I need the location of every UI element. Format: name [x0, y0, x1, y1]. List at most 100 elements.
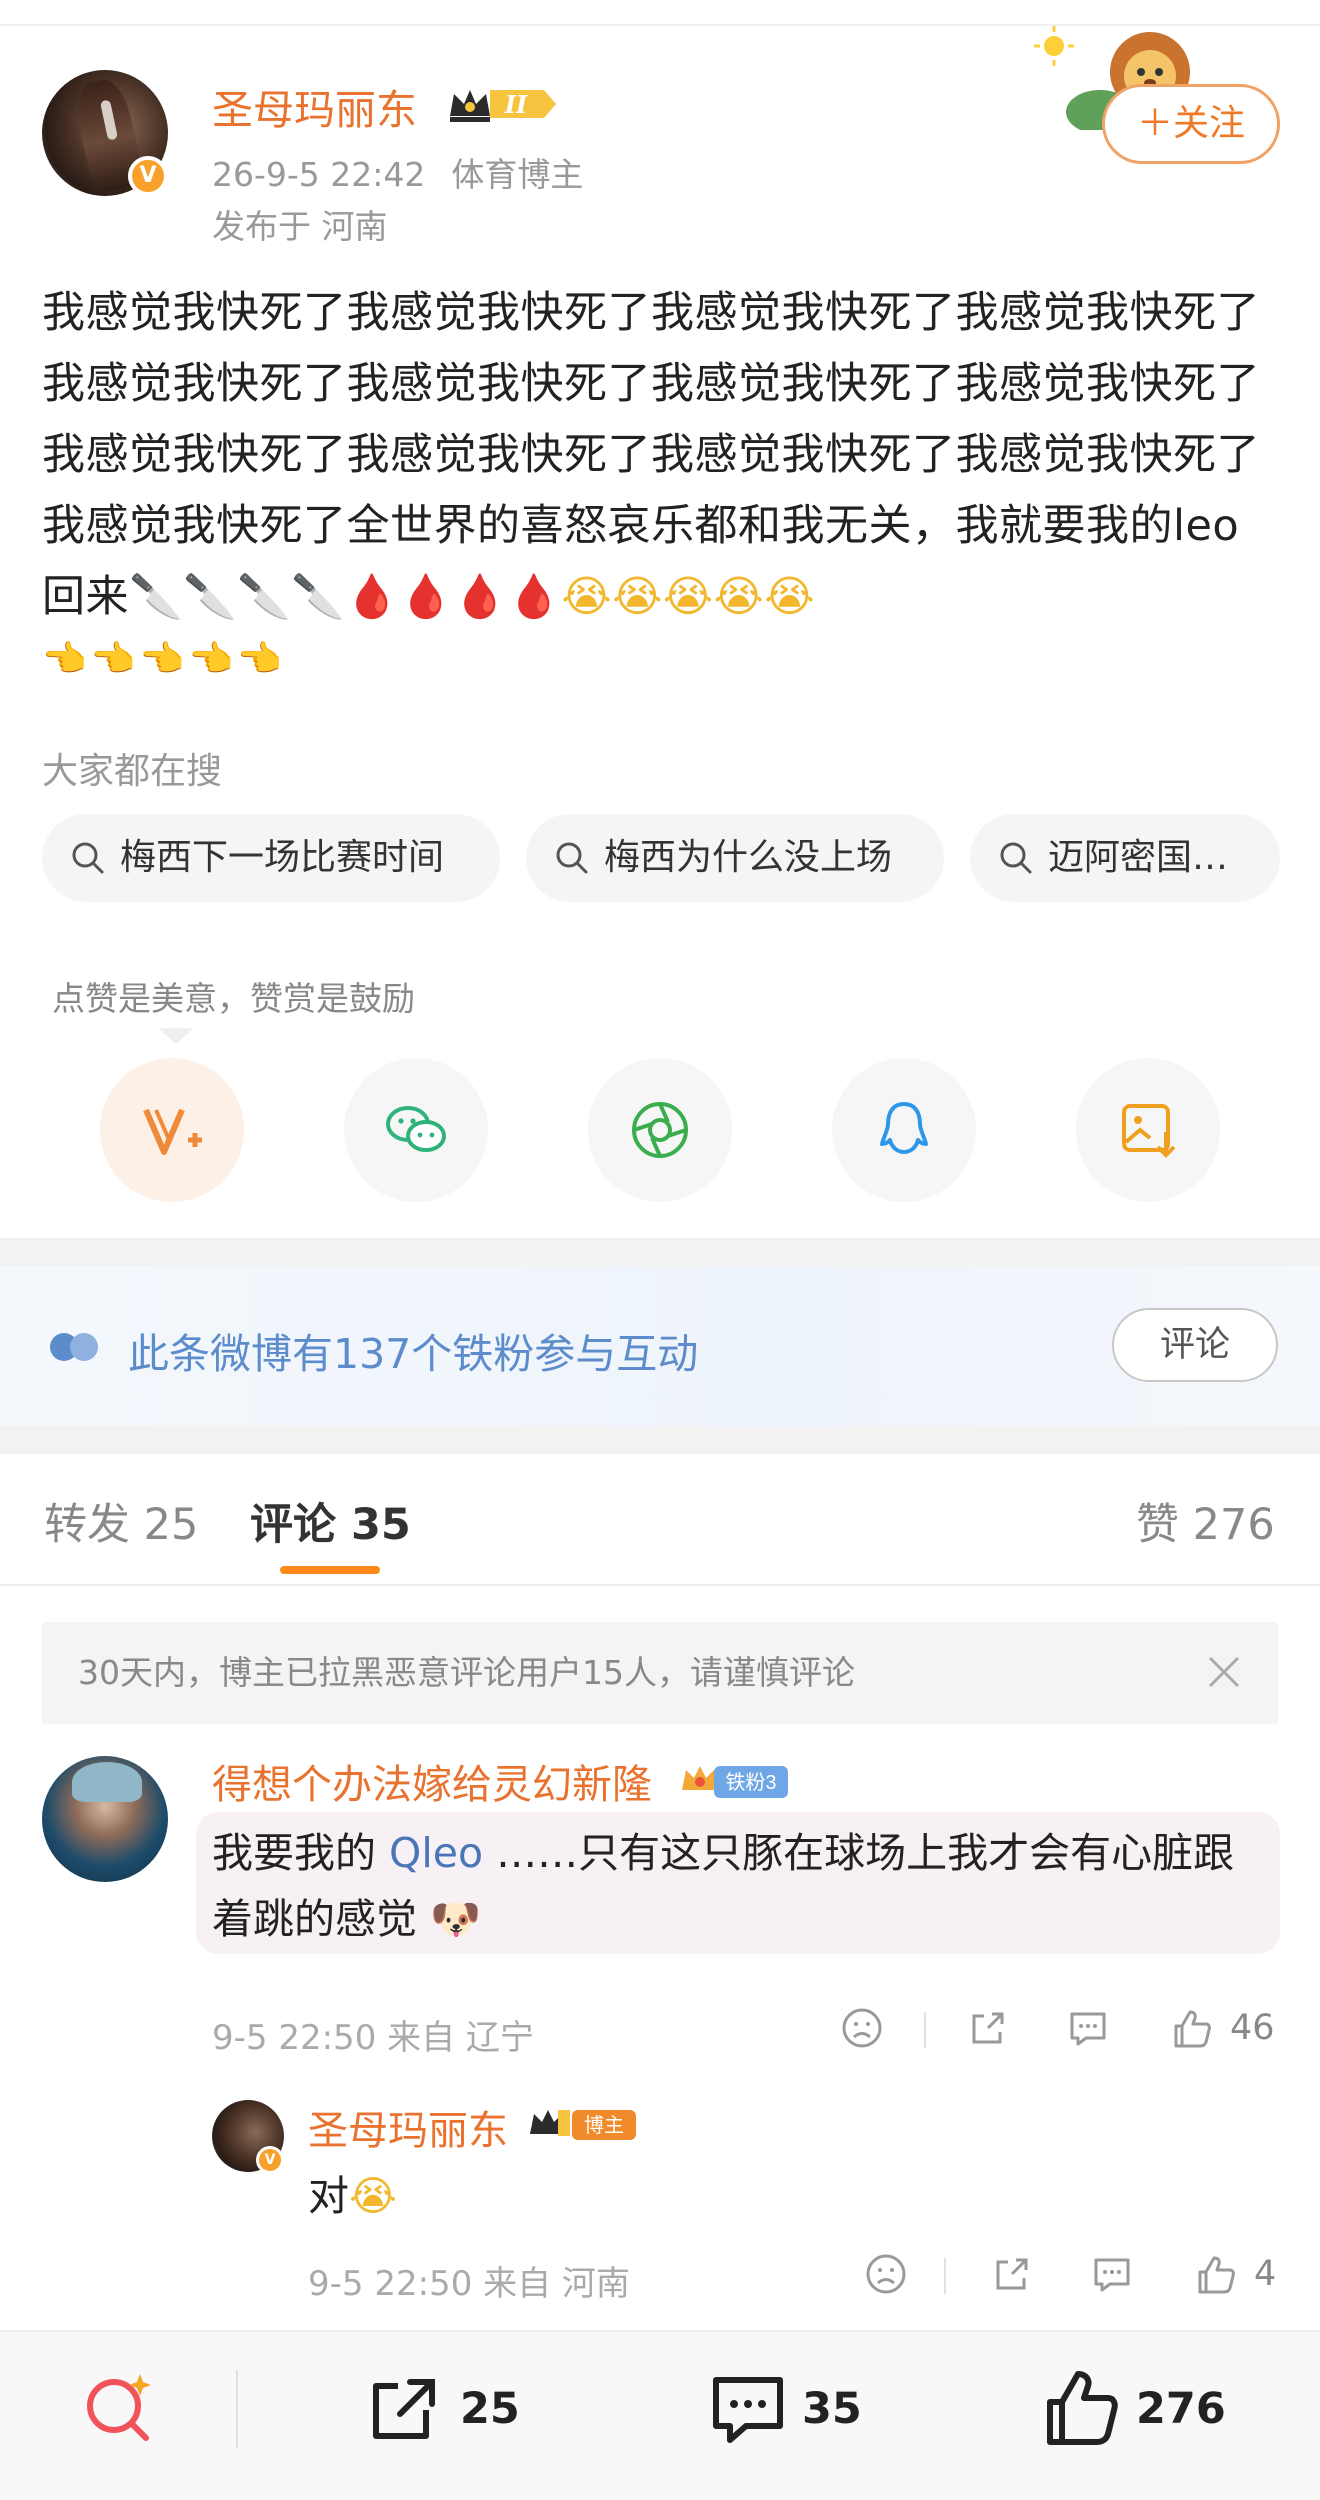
search-chip-label: 梅西下一场比赛时间: [120, 837, 445, 878]
reward-button[interactable]: [100, 1058, 244, 1202]
svg-text:铁粉3: 铁粉3: [725, 1771, 776, 1794]
post-text: 我感觉我快死了我感觉我快死了我感觉我快死了我感觉我快死了我感觉我快死了我感觉我快…: [42, 278, 1282, 633]
share-moments-button[interactable]: [588, 1058, 732, 1202]
crying-emoji-icon: 😭: [764, 572, 816, 622]
tab-repost[interactable]: 转发 25: [44, 1490, 198, 1552]
active-tab-indicator: [280, 1566, 380, 1574]
search-link[interactable]: Qleo: [389, 1829, 483, 1877]
pointing-hands-row: 👈👈👈👈👈: [42, 628, 286, 688]
tab-like[interactable]: 赞 276: [1136, 1490, 1275, 1552]
comment-reply-button[interactable]: [1066, 2006, 1110, 2056]
dislike-button[interactable]: [840, 2006, 884, 2056]
search-icon: [72, 842, 104, 874]
search-icon: [1000, 842, 1032, 874]
tab-repost-count: 25: [143, 1500, 199, 1550]
blood-drop-emoji-icon: 🩸: [507, 572, 562, 622]
frown-icon: [842, 2008, 882, 2048]
follow-button[interactable]: ＋关注: [1102, 84, 1280, 164]
section-separator: [0, 1426, 1320, 1454]
tab-repost-label: 转发: [44, 1500, 130, 1550]
search-section-title: 大家都在搜: [42, 751, 223, 792]
blood-drop-emoji-icon: 🩸: [345, 572, 400, 622]
crying-emoji-icon: 😭: [349, 2172, 397, 2220]
reply-like-button[interactable]: 4: [1194, 2252, 1276, 2302]
knife-emoji-icon: 🔪: [237, 572, 292, 622]
search-chip-label: 梅西为什么没上场: [604, 837, 893, 878]
pointing-hand-emoji-icon: 👈: [237, 639, 287, 680]
action-separator: [944, 2258, 946, 2294]
thumbs-up-icon: [1174, 2010, 1211, 2048]
comment-text: 我要我的 Qleo ……只有这只豚在球场上我才会有心脏跟着跳的感觉 🐶: [212, 1820, 1272, 1952]
share-wechat-button[interactable]: [344, 1058, 488, 1202]
iron-fans-text: 此条微博有137个铁粉参与互动: [128, 1330, 699, 1378]
search-link-label: leo: [421, 1829, 484, 1877]
tab-like-count: 276: [1192, 1500, 1275, 1550]
search-chip-1[interactable]: 梅西下一场比赛时间: [42, 814, 500, 902]
reward-v-icon: [143, 1108, 202, 1155]
fan-level-badge: 铁粉3: [682, 1766, 788, 1798]
svg-text:博主: 博主: [584, 2114, 624, 2137]
knife-emoji-icon: 🔪: [129, 572, 184, 622]
thumbs-up-icon: [1047, 2371, 1118, 2445]
blogger-badge: 博主: [530, 2110, 636, 2140]
comment-like-button[interactable]: 46: [1170, 2006, 1275, 2056]
bottom-repost-count: 25: [460, 2384, 520, 2434]
reply-text-body: 对: [308, 2172, 349, 2220]
close-icon[interactable]: [1204, 1652, 1244, 1692]
comment-like-count: 46: [1230, 2008, 1275, 2048]
reply-dislike-button[interactable]: [864, 2252, 908, 2302]
crown-level-badge-icon: II: [450, 90, 556, 122]
reply-like-count: 4: [1254, 2254, 1277, 2294]
section-separator: [0, 1238, 1320, 1266]
repost-icon: [373, 2379, 435, 2439]
share-qq-button[interactable]: [832, 1058, 976, 1202]
comment-text-before: 我要我的: [212, 1829, 376, 1877]
reply-author-name[interactable]: 圣母玛丽东: [308, 2098, 508, 2156]
iron-fans-icon: [50, 1333, 98, 1361]
share-icon: [972, 2012, 1004, 2044]
save-image-icon: [1122, 1104, 1176, 1158]
action-separator: [924, 2012, 926, 2048]
wechat-icon: [386, 1106, 446, 1152]
reply-meta: 9-5 22:50 来自 河南: [308, 2264, 630, 2304]
tab-like-label: 赞: [1136, 1500, 1179, 1550]
search-chip-2[interactable]: 梅西为什么没上场: [526, 814, 944, 902]
svg-text:II: II: [504, 90, 528, 119]
reward-tip: 点赞是美意，赞赏是鼓励: [52, 979, 415, 1018]
pointing-hand-emoji-icon: 👈: [42, 639, 91, 680]
tabs-divider: [0, 1584, 1320, 1586]
search-chip-label: 迈阿密国…: [1048, 837, 1229, 878]
search-icon: [556, 842, 588, 874]
commenter-avatar[interactable]: [42, 1756, 168, 1882]
reply-text: 对😭: [308, 2162, 397, 2222]
search-chip-3[interactable]: 迈阿密国…: [970, 814, 1280, 902]
knife-emoji-icon: 🔪: [291, 572, 346, 622]
pointing-hand-emoji-icon: 👈: [90, 639, 140, 680]
commenter-name[interactable]: 得想个办法嫁给灵幻新隆: [212, 1752, 652, 1810]
pointing-hand-emoji-icon: 👈: [188, 639, 238, 680]
shiba-emoji-icon: 🐶: [430, 1895, 482, 1943]
post-meta: 26-9-5 22:42 体育博主: [212, 148, 609, 196]
comment-notice: 30天内，博主已拉黑恶意评论用户15人，请谨慎评论: [42, 1622, 1278, 1724]
reply-share-button[interactable]: [990, 2252, 1034, 2302]
fans-comment-button[interactable]: 评论: [1112, 1308, 1278, 1382]
post-location: 发布于 河南: [212, 207, 388, 246]
blood-drop-emoji-icon: 🩸: [453, 572, 508, 622]
crying-emoji-icon: 😭: [561, 572, 613, 622]
save-image-button[interactable]: [1076, 1058, 1220, 1202]
comment-icon: [1094, 2258, 1130, 2292]
bottom-like-count: 276: [1136, 2384, 1226, 2434]
tip-arrow: [158, 1028, 194, 1044]
crying-emoji-icon: 😭: [612, 572, 663, 622]
pointing-hand-emoji-icon: 👈: [139, 639, 189, 680]
author-name[interactable]: 圣母玛丽东: [212, 76, 417, 136]
tab-comment[interactable]: 评论 35: [250, 1490, 411, 1552]
author-tag: 体育博主: [451, 155, 584, 194]
reply-comment-button[interactable]: [1090, 2252, 1134, 2302]
tab-comment-count: 35: [350, 1500, 411, 1550]
comment-share-button[interactable]: [966, 2006, 1010, 2056]
knife-emoji-icon: 🔪: [183, 572, 238, 622]
comment-icon: [1070, 2012, 1106, 2046]
thumbs-up-icon: [1198, 2256, 1235, 2294]
crying-emoji-icon: 😭: [662, 572, 714, 622]
